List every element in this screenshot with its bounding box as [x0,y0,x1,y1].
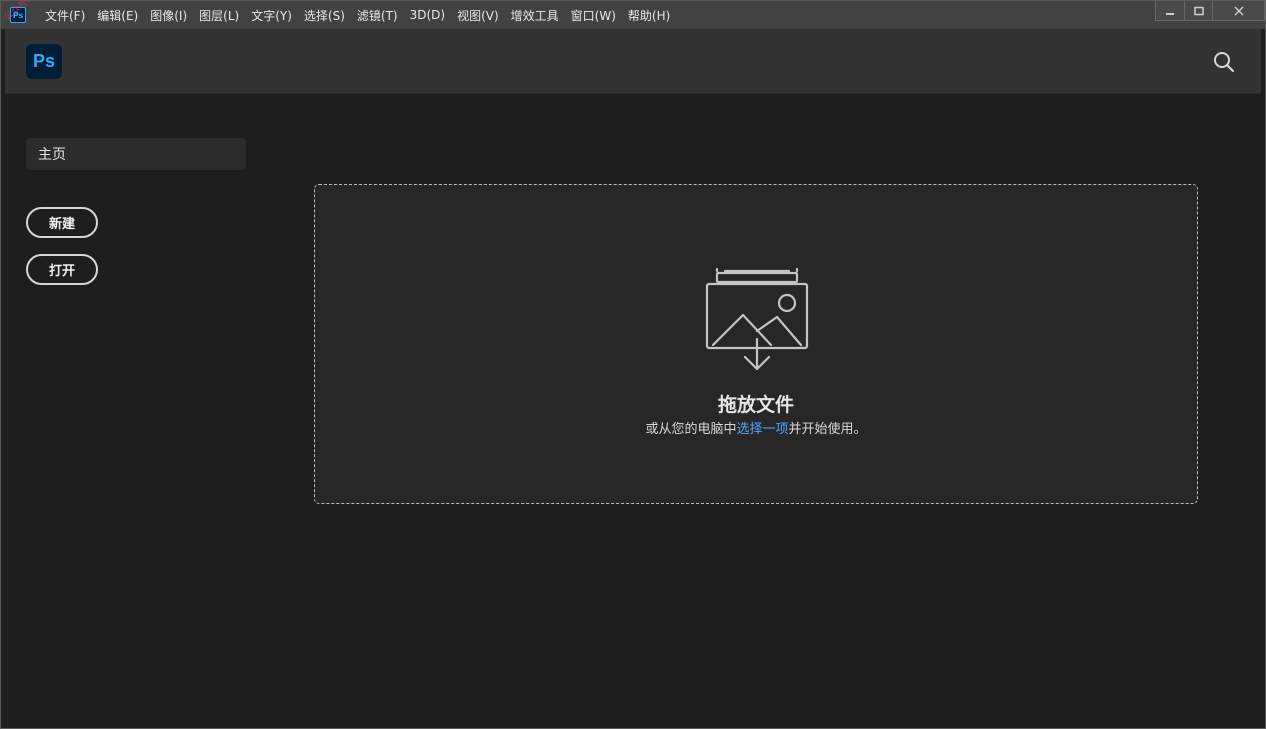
photoshop-logo: Ps [26,44,62,79]
minimize-button[interactable] [1156,1,1184,20]
menu-image[interactable]: 图像(I) [144,1,193,29]
choose-file-link[interactable]: 选择一项 [736,422,788,437]
maximize-icon [1193,6,1204,15]
window-controls [1155,1,1265,21]
menu-filter[interactable]: 滤镜(T) [351,1,404,29]
photoshop-window: Ps 文件(F) 编辑(E) 图像(I) 图层(L) 文字(Y) 选择(S) 滤… [0,0,1266,729]
menu-help[interactable]: 帮助(H) [622,1,676,29]
menu-edit[interactable]: 编辑(E) [91,1,144,29]
home-header: Ps [5,29,1261,94]
maximize-button[interactable] [1184,1,1212,20]
menu-select[interactable]: 选择(S) [298,1,351,29]
drop-image-icon [705,267,809,371]
menu-layer[interactable]: 图层(L) [193,1,245,29]
menu-window[interactable]: 窗口(W) [565,1,622,29]
menu-bar: Ps 文件(F) 编辑(E) 图像(I) 图层(L) 文字(Y) 选择(S) 滤… [1,1,1265,29]
drop-subtitle-suffix: 并开始使用。 [788,422,867,437]
new-button[interactable]: 新建 [26,207,98,238]
menu-plugins[interactable]: 增效工具 [505,1,565,29]
search-button[interactable] [1213,51,1235,73]
drop-subtitle: 或从您的电脑中选择一项并开始使用。 [315,418,1197,437]
drop-title: 拖放文件 [717,394,794,416]
file-drop-zone[interactable]: 拖放文件 或从您的电脑中选择一项并开始使用。 [314,184,1198,504]
drop-subtitle-prefix: 或从您的电脑中 [645,422,737,437]
menu-type[interactable]: 文字(Y) [245,1,298,29]
close-button[interactable] [1212,1,1264,20]
open-button[interactable]: 打开 [26,254,98,285]
search-icon [1214,52,1235,73]
close-icon [1234,6,1243,15]
menu-3d[interactable]: 3D(D) [404,1,451,29]
minimize-icon [1166,12,1174,15]
sidebar-item-home[interactable]: 主页 [26,138,246,170]
menu-file[interactable]: 文件(F) [39,1,91,29]
menu-view[interactable]: 视图(V) [451,1,505,29]
